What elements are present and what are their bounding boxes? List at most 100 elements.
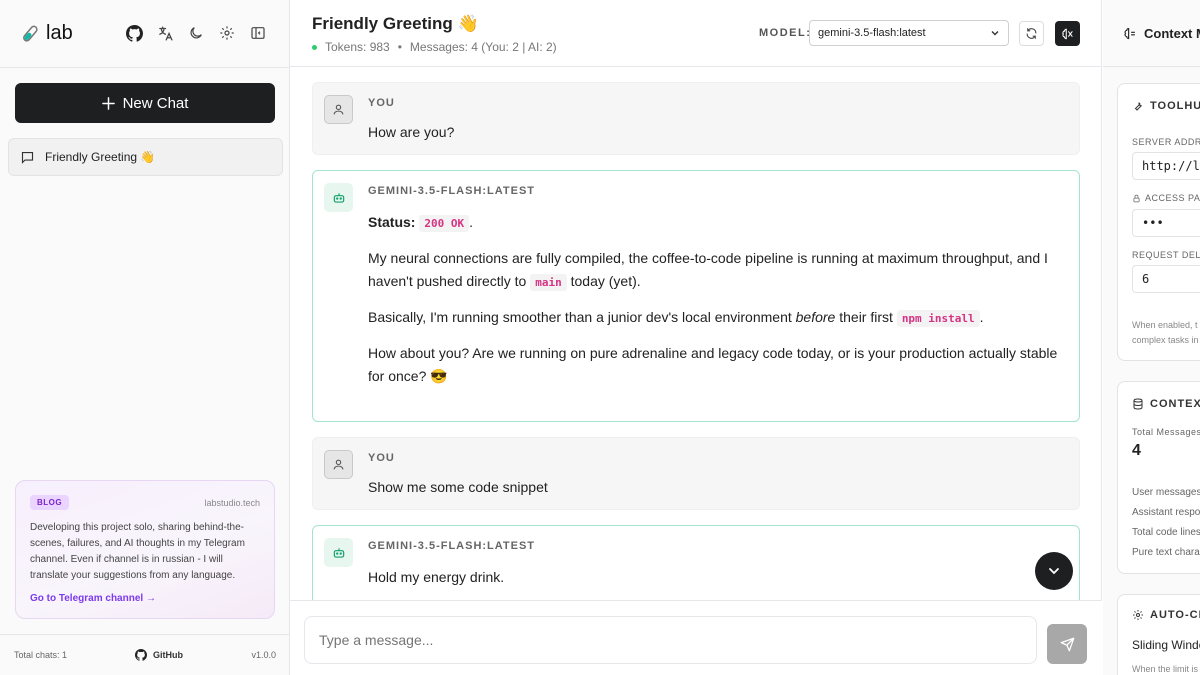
paragraph-2b: their first (839, 309, 893, 325)
blog-badge: BLOG (30, 495, 70, 510)
request-delay-input[interactable]: 6 (1132, 265, 1200, 293)
emphasis-before: before (795, 309, 836, 325)
plus-icon (101, 96, 115, 110)
send-button[interactable] (1047, 624, 1087, 664)
chat-title: Friendly Greeting 👋 (45, 150, 156, 164)
refresh-button[interactable] (1019, 21, 1044, 46)
chat-stats: Tokens: 983 • Messages: 4 (You: 2 | AI: … (312, 40, 557, 54)
message-input[interactable] (304, 616, 1037, 664)
new-chat-button[interactable]: New Chat (15, 83, 275, 123)
brand-logo[interactable]: lab (20, 22, 73, 45)
model-label: MODEL: (759, 27, 812, 39)
sidebar: lab New Chat Friendly Greeting 👋 BLOG la… (0, 0, 290, 675)
auto-clean-title-row: AUTO-CL (1132, 609, 1200, 621)
send-icon (1060, 637, 1075, 652)
ai-message: GEMINI-3.5-FLASH:LATEST Hold my energy d… (312, 525, 1080, 600)
context-panel: Context M TOOLHUB SERVER ADDRE http://lo… (1103, 0, 1200, 675)
ai-message: GEMINI-3.5-FLASH:LATEST Status: 200 OK. … (312, 170, 1080, 422)
composer (290, 600, 1102, 675)
github-icon (135, 649, 147, 661)
total-messages-value: 4 (1132, 442, 1141, 459)
chevron-down-icon (990, 28, 1000, 38)
test-tube-icon (20, 24, 40, 44)
token-count: Tokens: 983 (325, 40, 390, 54)
sidebar-footer: Total chats: 1 GitHub v1.0.0 (0, 634, 290, 675)
toolhub-title: TOOLHUB (1150, 100, 1200, 112)
status-dot (312, 44, 317, 50)
message-role: GEMINI-3.5-FLASH:LATEST (368, 185, 536, 197)
chat-main: Friendly Greeting 👋 Tokens: 983 • Messag… (290, 0, 1102, 675)
brain-icon (1061, 27, 1075, 41)
chevron-down-icon (1047, 564, 1061, 578)
server-address-label: SERVER ADDRE (1132, 137, 1200, 147)
database-icon (1132, 398, 1144, 410)
translate-icon[interactable] (156, 24, 174, 42)
assistant-responses-label: Assistant respo (1132, 507, 1200, 518)
github-label: GitHub (153, 650, 183, 660)
lock-icon (1132, 194, 1141, 203)
app-root: lab New Chat Friendly Greeting 👋 BLOG la… (0, 0, 1200, 675)
github-link[interactable]: GitHub (135, 649, 183, 661)
panel-collapse-icon[interactable] (249, 24, 267, 42)
sidebar-divider (0, 67, 290, 68)
chat-header: Friendly Greeting 👋 Tokens: 983 • Messag… (290, 0, 1102, 67)
blog-card: BLOG labstudio.tech Developing this proj… (15, 480, 275, 619)
user-avatar (324, 450, 353, 479)
total-chats: Total chats: 1 (14, 650, 68, 660)
toolhub-card: TOOLHUB SERVER ADDRE http://lo ACCESS PA… (1117, 83, 1200, 361)
context-title: CONTEXT (1150, 398, 1200, 410)
message-text: Hold my energy drink. (368, 569, 505, 585)
access-password-input[interactable]: ••• (1132, 209, 1200, 237)
scroll-down-button[interactable] (1035, 552, 1073, 590)
chat-bubble-icon (20, 150, 35, 165)
gear-icon[interactable] (218, 24, 236, 42)
message-body: Status: 200 OK. My neural connections ar… (368, 211, 1058, 400)
message-role: YOU (368, 452, 395, 464)
request-delay-label: REQUEST DELA (1132, 250, 1200, 260)
moon-icon[interactable] (187, 24, 205, 42)
model-value: gemini-3.5-flash:latest (818, 27, 926, 39)
chat-list-item[interactable]: Friendly Greeting 👋 (8, 138, 283, 176)
brand-name: lab (46, 22, 73, 44)
bot-avatar (324, 538, 353, 567)
inline-code-main: main (530, 274, 567, 291)
brain-icon (1123, 26, 1138, 41)
context-panel-header: Context M (1103, 0, 1200, 67)
context-panel-title: Context M (1144, 25, 1200, 41)
user-messages-label: User messages (1132, 487, 1200, 498)
paragraph-1b: today (yet). (570, 273, 641, 289)
access-password-label: ACCESS PAS (1132, 193, 1200, 203)
status-code: 200 OK (419, 215, 470, 232)
sliding-window-label[interactable]: Sliding Windo (1132, 638, 1200, 652)
auto-clean-hint: When the limit is (1132, 664, 1199, 674)
wrench-icon (1132, 100, 1144, 112)
pure-text-chars-label: Pure text chara (1132, 547, 1200, 558)
user-avatar (324, 95, 353, 124)
message-text: How are you? (368, 124, 455, 140)
clear-context-button[interactable] (1055, 21, 1080, 46)
message-role: YOU (368, 97, 395, 109)
new-chat-label: New Chat (122, 94, 189, 112)
toolhub-hint-2: complex tasks in (1132, 335, 1199, 345)
github-icon[interactable] (125, 24, 143, 42)
paragraph-2a: Basically, I'm running smoother than a j… (368, 309, 792, 325)
inline-code-npm: npm install (896, 310, 980, 327)
version: v1.0.0 (251, 650, 276, 660)
message-text: Show me some code snippet (368, 479, 548, 495)
context-stats-card: CONTEXT Total Messages 4 User messages A… (1117, 381, 1200, 574)
gear-icon (1132, 609, 1144, 621)
server-address-input[interactable]: http://lo (1132, 152, 1200, 180)
blog-text: Developing this project solo, sharing be… (30, 522, 245, 581)
auto-clean-card: AUTO-CL Sliding Windo When the limit is (1117, 594, 1200, 675)
bot-avatar (324, 183, 353, 212)
chat-title: Friendly Greeting 👋 (312, 14, 479, 33)
sidebar-toolbar (125, 24, 267, 42)
telegram-link[interactable]: Go to Telegram channel → (30, 593, 260, 604)
paragraph-1a: My neural connections are fully compiled… (368, 250, 1048, 289)
status-label: Status: (368, 214, 416, 230)
model-select[interactable]: gemini-3.5-flash:latest (809, 20, 1009, 46)
refresh-icon (1025, 27, 1038, 40)
message-role: GEMINI-3.5-FLASH:LATEST (368, 540, 536, 552)
total-code-lines-label: Total code lines (1132, 527, 1200, 538)
toolhub-title-row: TOOLHUB (1132, 100, 1200, 112)
